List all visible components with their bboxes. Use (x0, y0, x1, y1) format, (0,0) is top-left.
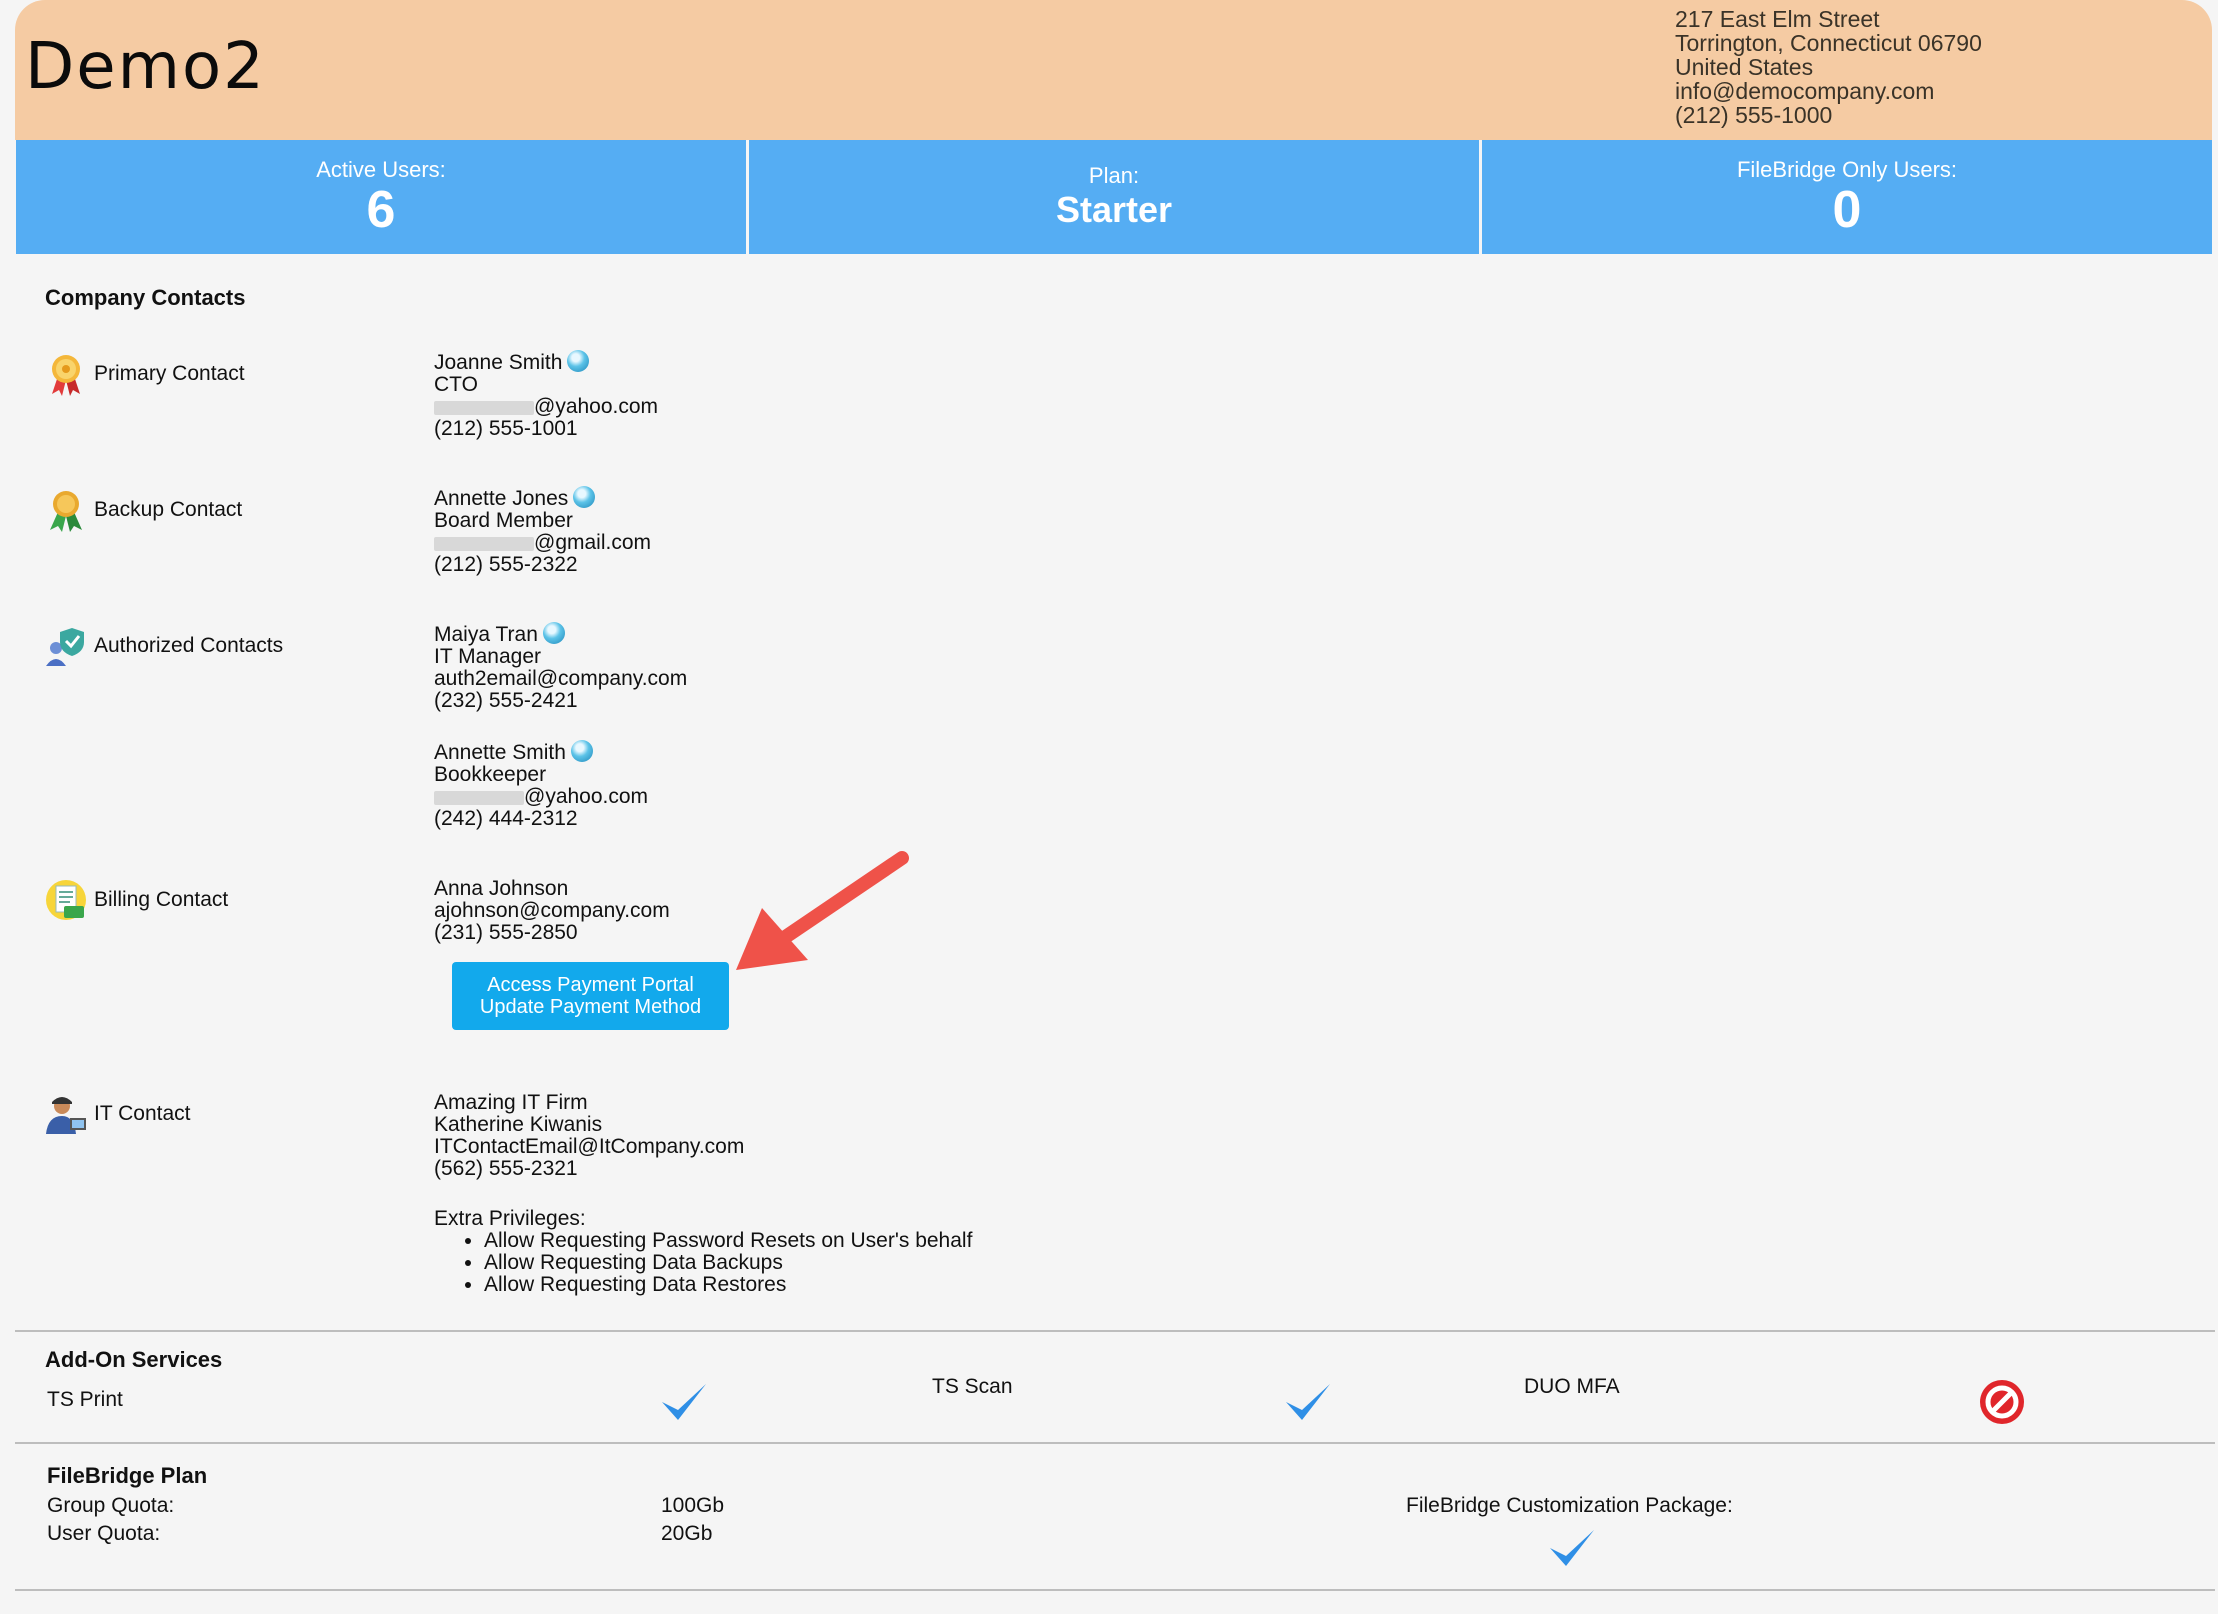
green-ribbon-icon (44, 488, 88, 532)
backup-contact-email: @gmail.com (534, 531, 652, 555)
filebridge-users-label: FileBridge Only Users: (1736, 157, 1958, 182)
gold-ribbon-icon (44, 352, 88, 396)
it-contact-details: Amazing IT Firm Katherine Kiwanis ITCont… (434, 1092, 744, 1180)
primary-contact-phone: (212) 555-1001 (434, 417, 578, 441)
address-line-2: Torrington, Connecticut 06790 (1675, 30, 1982, 56)
it-contact-phone: (562) 555-2321 (434, 1157, 578, 1180)
authorized-contact-email: auth2email@company.com (434, 667, 688, 691)
billing-contact-phone: (231) 555-2850 (434, 921, 578, 944)
backup-contact-phone: (212) 555-2322 (434, 553, 578, 577)
authorized-contact-phone: (242) 444-2312 (434, 807, 578, 831)
billing-contact-label: Billing Contact (94, 888, 229, 911)
privilege-item: Allow Requesting Password Resets on User… (484, 1230, 972, 1252)
no-entry-icon (1980, 1380, 2024, 1424)
billing-contact-details: Anna Johnson ajohnson@company.com (231) … (434, 878, 670, 944)
redacted-text (434, 536, 534, 551)
primary-contact-title: CTO (434, 373, 478, 397)
check-icon (1550, 1530, 1594, 1566)
info-icon[interactable] (570, 740, 593, 763)
primary-contact-details: Joanne Smith CTO @yahoo.com (212) 555-10… (434, 350, 659, 441)
active-users-stat: Active Users: 6 (16, 140, 746, 254)
plan-label: Plan: (1088, 163, 1140, 188)
user-quota-value: 20Gb (661, 1522, 713, 1545)
it-contact-email: ITContactEmail@ItCompany.com (434, 1135, 745, 1158)
authorized-contact-2: Annette Smith Bookkeeper @yahoo.com (242… (434, 740, 649, 831)
redacted-text (434, 790, 524, 805)
it-contact-name: Katherine Kiwanis (434, 1113, 603, 1136)
payment-portal-line-2: Update Payment Method (479, 996, 702, 1018)
it-contact-label: IT Contact (94, 1102, 191, 1125)
addon-ts-print-label: TS Print (47, 1388, 123, 1411)
backup-contact-role: Backup Contact (44, 488, 242, 532)
address-line-3: United States (1675, 54, 1814, 80)
info-icon[interactable] (573, 486, 596, 509)
authorized-contact-title: IT Manager (434, 645, 541, 669)
company-header: Demo2 217 East Elm Street Torrington, Co… (15, 0, 2212, 140)
authorized-contact-title: Bookkeeper (434, 763, 547, 787)
company-contacts-title: Company Contacts (45, 285, 246, 310)
backup-contact-label: Backup Contact (94, 498, 243, 521)
annotation-arrow (736, 851, 909, 970)
company-email: info@democompany.com (1675, 78, 1935, 104)
plan-stat: Plan: Starter (749, 140, 1479, 254)
company-phone: (212) 555-1000 (1675, 102, 1833, 128)
primary-contact-name: Joanne Smith (434, 351, 563, 374)
company-address: 217 East Elm Street Torrington, Connecti… (1675, 7, 1982, 127)
filebridge-plan-title: FileBridge Plan (47, 1463, 208, 1488)
user-quota-label: User Quota: (47, 1522, 161, 1545)
it-contact-role: IT Contact (44, 1092, 191, 1136)
address-line-1: 217 East Elm Street (1675, 6, 1880, 32)
info-icon[interactable] (567, 350, 590, 373)
billing-icon (44, 878, 88, 922)
authorized-contacts-label: Authorized Contacts (94, 634, 284, 657)
section-divider (15, 1589, 2215, 1591)
section-divider (15, 1330, 2215, 1332)
group-quota-value: 100Gb (661, 1494, 725, 1517)
user-shield-icon (44, 624, 88, 668)
customization-package-label: FileBridge Customization Package: (1406, 1494, 1733, 1517)
billing-contact-role: Billing Contact (44, 878, 228, 922)
backup-contact-title: Board Member (434, 509, 573, 533)
backup-contact-name: Annette Jones (434, 487, 569, 510)
authorized-contact-1: Maiya Tran IT Manager auth2email@company… (434, 622, 688, 713)
primary-contact-email: @yahoo.com (534, 395, 659, 419)
group-quota-label: Group Quota: (47, 1494, 175, 1517)
backup-contact-details: Annette Jones Board Member @gmail.com (2… (434, 486, 652, 577)
privilege-item: Allow Requesting Data Backups (484, 1252, 972, 1274)
billing-contact-email: ajohnson@company.com (434, 899, 670, 922)
active-users-label: Active Users: (316, 157, 446, 182)
company-name: Demo2 (25, 30, 266, 104)
technician-icon (44, 1092, 88, 1136)
active-users-value: 6 (366, 181, 396, 239)
check-icon (662, 1384, 706, 1420)
primary-contact-role: Primary Contact (44, 352, 245, 396)
privilege-item: Allow Requesting Data Restores (484, 1274, 972, 1296)
payment-portal-button[interactable]: Access Payment Portal Update Payment Met… (452, 962, 729, 1030)
privileges-label: Extra Privileges: (434, 1207, 586, 1230)
authorized-contact-name: Annette Smith (434, 741, 566, 764)
addon-services-title: Add-On Services (45, 1347, 223, 1372)
it-contact-firm: Amazing IT Firm (434, 1091, 588, 1114)
filebridge-users-value: 0 (1832, 181, 1862, 239)
check-icon (1286, 1384, 1330, 1420)
filebridge-users-stat: FileBridge Only Users: 0 (1482, 140, 2212, 254)
authorized-contact-email: @yahoo.com (524, 785, 649, 809)
privileges-list: Allow Requesting Password Resets on User… (434, 1230, 972, 1296)
authorized-contacts-role: Authorized Contacts (44, 624, 283, 668)
it-extra-privileges: Extra Privileges: Allow Requesting Passw… (434, 1208, 972, 1296)
stats-bar: Active Users: 6 Plan: Starter FileBridge… (16, 140, 2212, 254)
billing-contact-name: Anna Johnson (434, 877, 569, 900)
redacted-text (434, 400, 534, 415)
plan-value: Starter (1055, 189, 1173, 230)
authorized-contact-phone: (232) 555-2421 (434, 689, 578, 713)
primary-contact-label: Primary Contact (94, 362, 245, 385)
payment-portal-line-1: Access Payment Portal (487, 974, 694, 996)
addon-ts-scan-label: TS Scan (932, 1375, 1013, 1398)
section-divider (15, 1442, 2215, 1444)
info-icon[interactable] (542, 622, 565, 645)
authorized-contact-name: Maiya Tran (434, 623, 538, 646)
addon-duo-mfa-label: DUO MFA (1524, 1375, 1620, 1398)
